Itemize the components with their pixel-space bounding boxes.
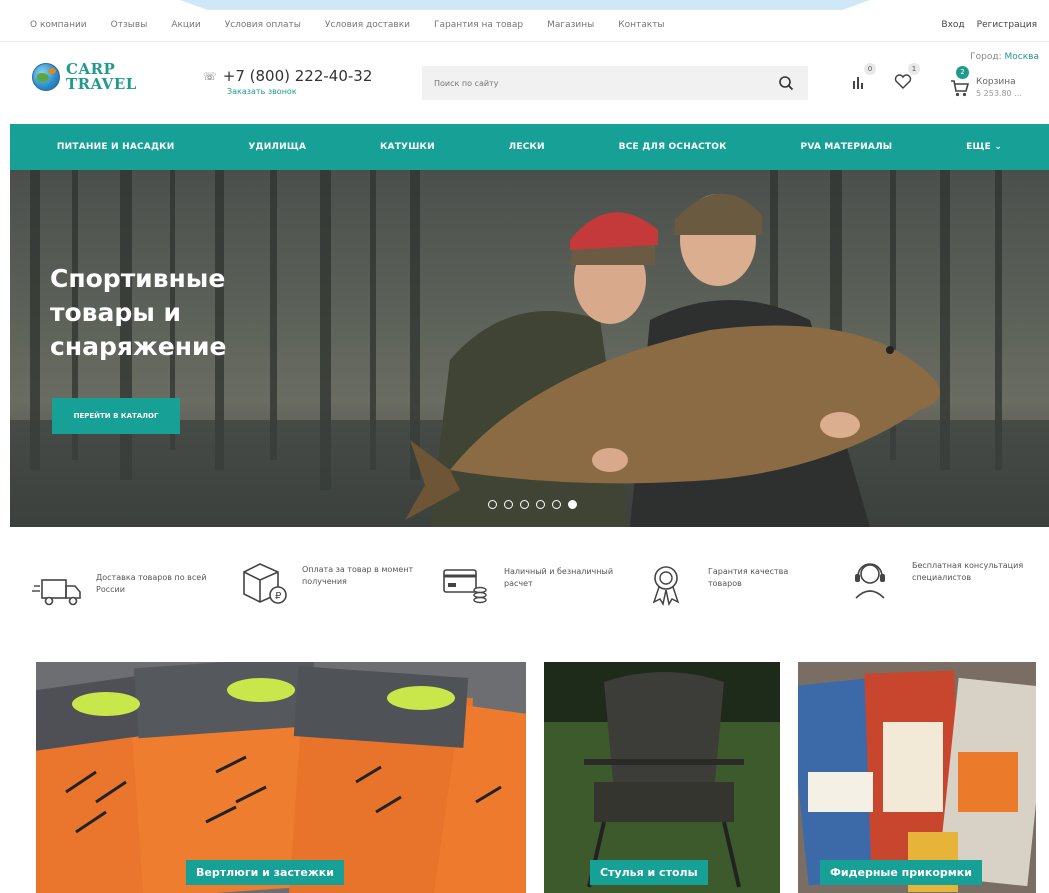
chairs-photo [544, 662, 780, 893]
register-link[interactable]: Регистрация [977, 20, 1037, 30]
hero-banner: Спортивные товары и снаряжение ПЕРЕЙТИ В… [10, 170, 1049, 527]
main-nav: ПИТАНИЕ И НАСАДКИ УДИЛИЩА КАТУШКИ ЛЕСКИ … [10, 124, 1049, 170]
logo-line-2: TRAVEL [66, 75, 137, 93]
top-link-payment[interactable]: Условия оплаты [225, 20, 301, 30]
city-selector[interactable]: Город: Москва [970, 52, 1039, 62]
feature-text: Наличный и безналичный расчет [504, 567, 614, 588]
card-payment-icon [443, 569, 487, 604]
slider-dot[interactable] [536, 500, 545, 509]
feature-text: Оплата за товар в момент получения [302, 565, 414, 586]
feature-cash-cashless: Наличный и безналичный расчет [438, 562, 619, 606]
logo-text: CARP TRAVEL [66, 62, 137, 92]
slider-dot[interactable] [488, 500, 497, 509]
feature-quality: Гарантия качества товаров [642, 562, 823, 606]
top-link-reviews[interactable]: Отзывы [111, 20, 148, 30]
cart-label: Корзина [976, 77, 1016, 87]
top-link-about[interactable]: О компании [30, 20, 87, 30]
wishlist-count: 1 [908, 63, 920, 75]
slider-dots [488, 500, 577, 509]
slider-dot[interactable] [520, 500, 529, 509]
cart-text: Корзина 5 253.80 ... [976, 76, 1022, 100]
nav-item-pva[interactable]: PVA МАТЕРИАЛЫ [801, 142, 893, 152]
truck-icon [32, 579, 81, 606]
nav-item-more[interactable]: ЕЩЕ ⌄ [966, 142, 1002, 152]
auth-links: Вход Регистрация [941, 20, 1037, 30]
search-input[interactable] [422, 66, 762, 100]
top-link-stores[interactable]: Магазины [547, 20, 594, 30]
city-label: Город: [970, 52, 1002, 62]
compare-count: 0 [864, 63, 876, 75]
feature-text: Гарантия качества товаров [708, 567, 789, 588]
site-header: CARP TRAVEL ☏ +7 (800) 222-40-32 Заказат… [0, 42, 1049, 124]
category-card-swivels[interactable]: Вертлюги и застежки [36, 662, 526, 893]
category-card-chairs[interactable]: Стулья и столы [544, 662, 780, 893]
top-links: О компании Отзывы Акции Условия оплаты У… [30, 20, 665, 30]
feature-text: Бесплатная консультация специалистов [912, 561, 1024, 582]
award-icon [652, 566, 680, 606]
nav-item-rods[interactable]: УДИЛИЩА [248, 142, 306, 152]
top-link-contacts[interactable]: Контакты [618, 20, 664, 30]
compare-button[interactable]: 0 [848, 63, 876, 92]
slider-dot[interactable] [552, 500, 561, 509]
feature-text: Доставка товаров по всей России [96, 573, 207, 594]
top-decoration [180, 0, 870, 10]
catalog-button[interactable]: ПЕРЕЙТИ В КАТАЛОГ [52, 398, 180, 434]
feature-payment-on-delivery: ₽ Оплата за товар в момент получения [236, 560, 417, 604]
slider-dot[interactable] [504, 500, 513, 509]
feature-delivery: Доставка товаров по всей России [30, 568, 211, 612]
groundbait-photo [798, 662, 1036, 893]
phone-block: ☏ +7 (800) 222-40-32 Заказать звонок [203, 67, 372, 96]
features-row: Доставка товаров по всей России ₽ Оплата… [30, 556, 1040, 626]
nav-item-reels[interactable]: КАТУШКИ [380, 142, 435, 152]
cart-sum: 5 253.80 ... [976, 89, 1022, 98]
search-box [422, 66, 808, 100]
box-icon: ₽ [243, 563, 287, 604]
svg-text:₽: ₽ [275, 591, 282, 602]
cart-icon-wrap: 2 [950, 66, 970, 98]
headset-icon [855, 563, 885, 599]
category-card-groundbait[interactable]: Фидерные прикормки [798, 662, 1036, 893]
cart-button[interactable]: 2 Корзина 5 253.80 ... [950, 66, 1022, 100]
phone-number-row[interactable]: ☏ +7 (800) 222-40-32 [203, 67, 372, 85]
wishlist-button[interactable]: 1 [892, 63, 920, 92]
cart-icon [951, 80, 970, 97]
search-icon[interactable] [778, 75, 794, 91]
top-link-promos[interactable]: Акции [171, 20, 200, 30]
category-label: Фидерные прикормки [820, 860, 982, 885]
phone-icon: ☏ [203, 69, 217, 83]
header-icons: 0 1 [848, 63, 920, 92]
swivels-photo [36, 662, 526, 893]
top-link-delivery[interactable]: Условия доставки [325, 20, 410, 30]
nav-item-bait[interactable]: ПИТАНИЕ И НАСАДКИ [57, 142, 175, 152]
feature-consultation: Бесплатная консультация специалистов [846, 556, 1027, 600]
globe-logo-icon [32, 63, 60, 91]
category-label: Вертлюги и застежки [186, 860, 344, 885]
phone-number: +7 (800) 222-40-32 [222, 67, 373, 85]
login-link[interactable]: Вход [941, 20, 964, 30]
cart-count: 2 [956, 66, 969, 79]
top-links-bar: О компании Отзывы Акции Условия оплаты У… [0, 12, 1049, 42]
logo[interactable]: CARP TRAVEL [32, 62, 137, 92]
category-label: Стулья и столы [590, 860, 708, 885]
city-value: Москва [1004, 52, 1039, 62]
callback-link[interactable]: Заказать звонок [227, 87, 297, 96]
slider-dot[interactable] [568, 500, 577, 509]
nav-item-lines[interactable]: ЛЕСКИ [509, 142, 545, 152]
hero-title: Спортивные товары и снаряжение [50, 264, 227, 361]
nav-item-tackle[interactable]: ВСЕ ДЛЯ ОСНАСТОК [619, 142, 727, 152]
top-link-warranty[interactable]: Гарантия на товар [434, 20, 523, 30]
